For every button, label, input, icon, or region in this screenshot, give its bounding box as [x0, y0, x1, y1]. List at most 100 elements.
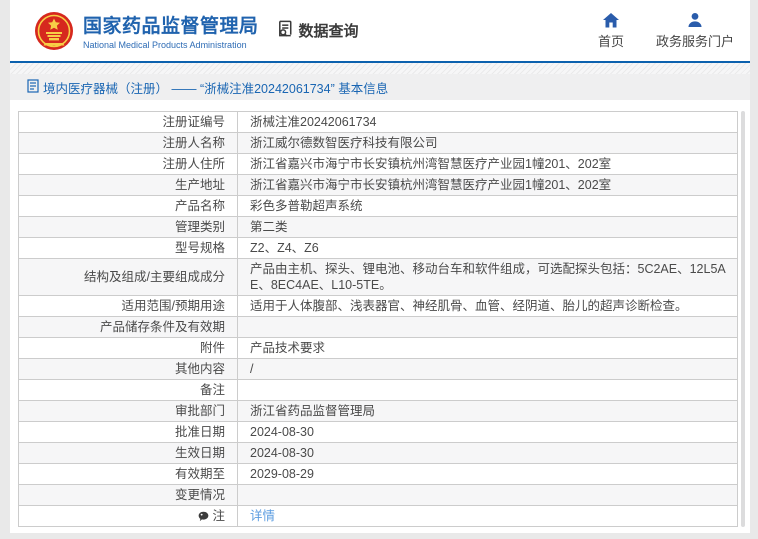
- row-label: 生效日期: [19, 443, 238, 463]
- nav-home-label: 首页: [597, 33, 624, 49]
- row-label: 批准日期: [19, 422, 238, 442]
- national-emblem-logo: [34, 11, 74, 51]
- row-label: 适用范围/预期用途: [19, 296, 238, 316]
- row-label-text: 型号规格: [174, 241, 225, 255]
- row-label: 注: [19, 506, 238, 526]
- row-value: 彩色多普勒超声系统: [250, 199, 363, 213]
- row-label-text: 适用范围/预期用途: [121, 299, 225, 313]
- row-value: 产品由主机、探头、锂电池、移动台车和软件组成，可选配探头包括：5C2AE、12L…: [250, 262, 726, 292]
- row-label: 管理类别: [19, 217, 238, 237]
- table-row: 管理类别 第二类: [19, 217, 737, 238]
- row-label: 变更情况: [19, 485, 238, 505]
- row-value: 浙江威尔德数智医疗科技有限公司: [250, 136, 438, 150]
- nav-service-portal[interactable]: 政务服务门户: [656, 12, 734, 50]
- comment-icon: [198, 511, 209, 522]
- home-icon: [602, 12, 619, 28]
- row-value: 2029-08-29: [250, 467, 314, 481]
- row-label-text: 其他内容: [174, 362, 225, 376]
- row-value: 浙械注准20242061734: [250, 115, 377, 129]
- table-row: 变更情况: [19, 485, 737, 506]
- row-label-text: 注册人住所: [162, 157, 225, 171]
- row-label: 产品名称: [19, 196, 238, 216]
- user-icon: [687, 12, 703, 28]
- row-value: Z2、Z4、Z6: [250, 241, 319, 255]
- table-row: 生效日期 2024-08-30: [19, 443, 737, 464]
- row-label-text: 产品储存条件及有效期: [99, 320, 225, 334]
- table-row: 注册人名称 浙江威尔德数智医疗科技有限公司: [19, 133, 737, 154]
- row-value: 详情: [238, 506, 737, 526]
- row-label-text: 结构及组成/主要组成成分: [84, 270, 225, 284]
- row-value: 浙江省药品监督管理局: [250, 404, 376, 418]
- row-label: 有效期至: [19, 464, 238, 484]
- table-row: 附件 产品技术要求: [19, 338, 737, 359]
- row-label: 生产地址: [19, 175, 238, 195]
- table-row: 批准日期 2024-08-30: [19, 422, 737, 443]
- row-label-text: 生效日期: [174, 446, 225, 460]
- document-search-icon: [276, 19, 295, 42]
- site-header: 国家药品监督管理局 National Medical Products Admi…: [10, 0, 750, 63]
- table-row: 其他内容 /: [19, 359, 737, 380]
- row-label-text: 产品名称: [174, 199, 225, 213]
- row-value: 第二类: [250, 220, 288, 234]
- row-label-text: 生产地址: [174, 178, 225, 192]
- row-label: 审批部门: [19, 401, 238, 421]
- detail-link[interactable]: 详情: [250, 508, 275, 524]
- agency-title-en: National Medical Products Administration: [83, 40, 247, 50]
- table-row: 生产地址 浙江省嘉兴市海宁市长安镇杭州湾智慧医疗产业园1幢201、202室: [19, 175, 737, 196]
- table-row: 有效期至 2029-08-29: [19, 464, 737, 485]
- breadcrumb-text: 境内医疗器械（注册） —— “浙械注准20242061734” 基本信息: [43, 81, 389, 96]
- row-label-text: 注册人名称: [162, 136, 225, 150]
- row-label-text: 管理类别: [174, 220, 225, 234]
- table-row: 注册证编号 浙械注准20242061734: [19, 112, 737, 133]
- row-value: 浙江省嘉兴市海宁市长安镇杭州湾智慧医疗产业园1幢201、202室: [250, 178, 612, 192]
- row-label-text: 变更情况: [174, 488, 225, 502]
- table-row: 型号规格 Z2、Z4、Z6: [19, 238, 737, 259]
- row-value: 适用于人体腹部、浅表器官、神经肌骨、血管、经阴道、胎儿的超声诊断检查。: [250, 299, 688, 313]
- table-row: 结构及组成/主要组成成分 产品由主机、探头、锂电池、移动台车和软件组成，可选配探…: [19, 259, 737, 296]
- nav-home[interactable]: 首页: [598, 12, 624, 50]
- row-label-text: 附件: [199, 341, 225, 355]
- row-value: 产品技术要求: [250, 341, 326, 355]
- table-row: 备注: [19, 380, 737, 401]
- agency-title-zh: 国家药品监督管理局: [83, 16, 259, 37]
- table-row: 审批部门 浙江省药品监督管理局: [19, 401, 737, 422]
- hatched-divider: [10, 63, 750, 74]
- row-label: 注册人名称: [19, 133, 238, 153]
- row-label: 注册人住所: [19, 154, 238, 174]
- info-table: 注册证编号 浙械注准20242061734 注册人名称 浙江威尔德数智医疗科技有…: [18, 111, 738, 527]
- row-label-text: 有效期至: [174, 467, 225, 481]
- document-icon: [27, 78, 39, 96]
- row-value: [238, 317, 737, 337]
- table-row: 适用范围/预期用途 适用于人体腹部、浅表器官、神经肌骨、血管、经阴道、胎儿的超声…: [19, 296, 737, 317]
- table-row: 产品储存条件及有效期: [19, 317, 737, 338]
- row-value: 2024-08-30: [250, 425, 314, 439]
- table-wrap: 注册证编号 浙械注准20242061734 注册人名称 浙江威尔德数智医疗科技有…: [10, 100, 750, 527]
- page-container: 国家药品监督管理局 National Medical Products Admi…: [10, 0, 750, 533]
- row-label: 备注: [19, 380, 238, 400]
- row-label: 附件: [19, 338, 238, 358]
- row-label-text: 审批部门: [174, 404, 225, 418]
- table-row: 注册人住所 浙江省嘉兴市海宁市长安镇杭州湾智慧医疗产业园1幢201、202室: [19, 154, 737, 175]
- row-value: 2024-08-30: [250, 446, 314, 460]
- data-query-label: 数据查询: [298, 23, 359, 40]
- row-label: 产品储存条件及有效期: [19, 317, 238, 337]
- table-row: 产品名称 彩色多普勒超声系统: [19, 196, 737, 217]
- row-label: 其他内容: [19, 359, 238, 379]
- row-value: [238, 485, 737, 505]
- row-label-text: 批准日期: [174, 425, 225, 439]
- scrollbar[interactable]: [741, 111, 745, 527]
- nav-service-portal-label: 政务服务门户: [655, 33, 734, 49]
- row-label-text: 注: [212, 509, 225, 523]
- row-value: [238, 380, 737, 400]
- agency-title-block: 国家药品监督管理局 National Medical Products Admi…: [83, 11, 259, 50]
- breadcrumb: 境内医疗器械（注册） —— “浙械注准20242061734” 基本信息: [10, 74, 750, 100]
- row-label-text: 备注: [199, 383, 225, 397]
- row-value: /: [250, 362, 254, 376]
- row-label: 结构及组成/主要组成成分: [19, 259, 238, 295]
- data-query-nav[interactable]: 数据查询: [276, 19, 359, 42]
- row-label-text: 注册证编号: [162, 115, 225, 129]
- row-value: 浙江省嘉兴市海宁市长安镇杭州湾智慧医疗产业园1幢201、202室: [250, 157, 612, 171]
- table-row: 注 详情: [19, 506, 737, 527]
- row-label: 型号规格: [19, 238, 238, 258]
- row-label: 注册证编号: [19, 112, 238, 132]
